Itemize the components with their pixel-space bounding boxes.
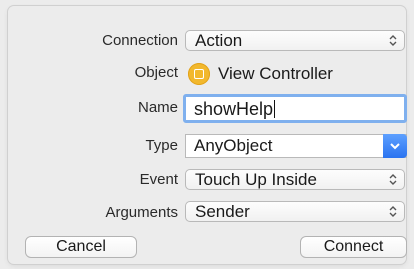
stepper-icon bbox=[388, 34, 398, 47]
type-label: Type bbox=[145, 137, 178, 154]
type-value: AnyObject bbox=[194, 136, 273, 155]
text-caret bbox=[274, 100, 276, 118]
object-value: View Controller bbox=[218, 64, 333, 83]
connection-value: Action bbox=[195, 31, 243, 50]
stepper-icon bbox=[388, 173, 398, 186]
event-label: Event bbox=[139, 171, 178, 188]
object-label: Object bbox=[134, 64, 178, 81]
view-controller-icon bbox=[188, 63, 210, 85]
name-value: showHelp bbox=[194, 99, 274, 119]
chevron-down-icon[interactable] bbox=[383, 134, 407, 158]
arguments-value: Sender bbox=[195, 202, 250, 221]
stepper-icon bbox=[388, 205, 398, 218]
connection-label: Connection bbox=[102, 32, 178, 49]
event-value: Touch Up Inside bbox=[195, 170, 317, 189]
connection-popup[interactable]: Action bbox=[185, 30, 405, 51]
type-combobox[interactable]: AnyObject bbox=[185, 134, 407, 158]
event-popup[interactable]: Touch Up Inside bbox=[185, 169, 405, 190]
cancel-button[interactable]: Cancel bbox=[25, 236, 137, 258]
arguments-label: Arguments bbox=[105, 204, 178, 221]
connect-button[interactable]: Connect bbox=[300, 236, 407, 258]
name-label: Name bbox=[137, 99, 178, 116]
arguments-popup[interactable]: Sender bbox=[185, 201, 405, 222]
name-field[interactable]: showHelp bbox=[183, 94, 407, 123]
